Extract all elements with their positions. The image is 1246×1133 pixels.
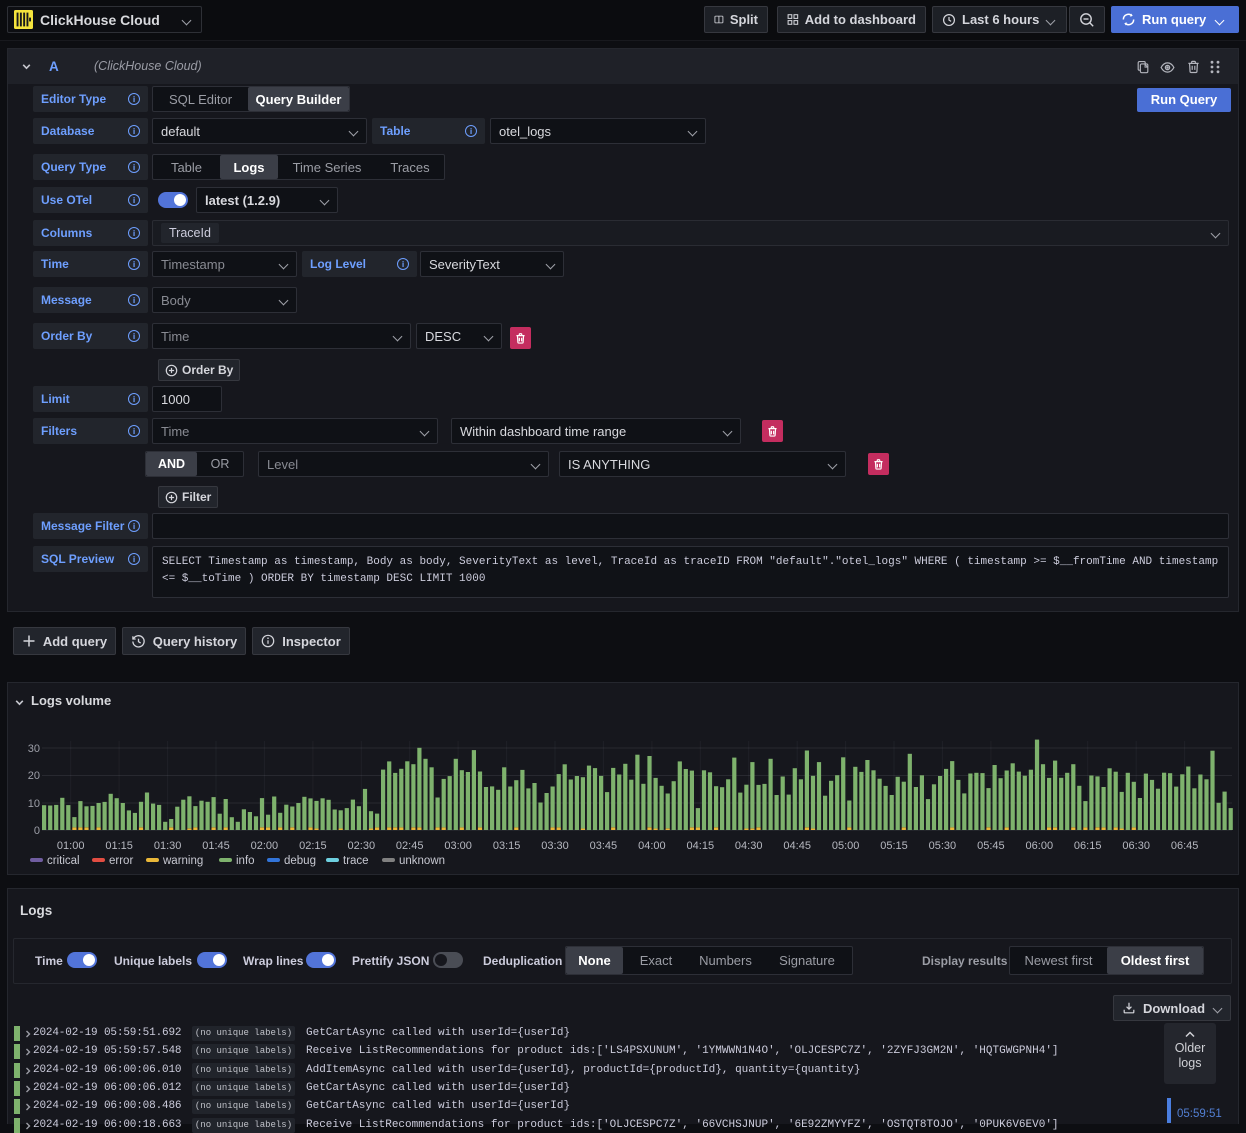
svg-text:error: error bbox=[109, 855, 133, 867]
svg-text:unknown: unknown bbox=[399, 855, 445, 867]
svg-text:03:45: 03:45 bbox=[590, 840, 618, 852]
svg-text:04:45: 04:45 bbox=[783, 840, 811, 852]
svg-text:03:15: 03:15 bbox=[493, 840, 521, 852]
svg-text:30: 30 bbox=[28, 743, 40, 755]
svg-text:02:15: 02:15 bbox=[299, 840, 327, 852]
svg-text:debug: debug bbox=[284, 855, 316, 867]
svg-text:info: info bbox=[236, 855, 255, 867]
svg-text:20: 20 bbox=[28, 770, 40, 782]
svg-text:06:30: 06:30 bbox=[1122, 840, 1150, 852]
svg-text:03:00: 03:00 bbox=[444, 840, 472, 852]
svg-text:01:15: 01:15 bbox=[105, 840, 133, 852]
svg-text:02:00: 02:00 bbox=[251, 840, 279, 852]
svg-text:05:30: 05:30 bbox=[929, 840, 957, 852]
svg-text:trace: trace bbox=[343, 855, 369, 867]
svg-text:0: 0 bbox=[34, 825, 40, 837]
svg-text:04:15: 04:15 bbox=[687, 840, 715, 852]
svg-text:02:45: 02:45 bbox=[396, 840, 424, 852]
svg-text:warning: warning bbox=[162, 855, 203, 867]
svg-text:06:45: 06:45 bbox=[1171, 840, 1199, 852]
svg-text:04:30: 04:30 bbox=[735, 840, 763, 852]
svg-text:01:30: 01:30 bbox=[154, 840, 182, 852]
svg-text:01:45: 01:45 bbox=[202, 840, 230, 852]
svg-text:04:00: 04:00 bbox=[638, 840, 666, 852]
svg-text:06:00: 06:00 bbox=[1026, 840, 1054, 852]
svg-text:critical: critical bbox=[47, 855, 80, 867]
svg-text:05:15: 05:15 bbox=[880, 840, 908, 852]
svg-text:06:15: 06:15 bbox=[1074, 840, 1102, 852]
svg-text:03:30: 03:30 bbox=[541, 840, 569, 852]
svg-text:05:45: 05:45 bbox=[977, 840, 1005, 852]
svg-text:01:00: 01:00 bbox=[57, 840, 85, 852]
svg-text:02:30: 02:30 bbox=[348, 840, 376, 852]
svg-text:10: 10 bbox=[28, 798, 40, 810]
svg-text:05:00: 05:00 bbox=[832, 840, 860, 852]
